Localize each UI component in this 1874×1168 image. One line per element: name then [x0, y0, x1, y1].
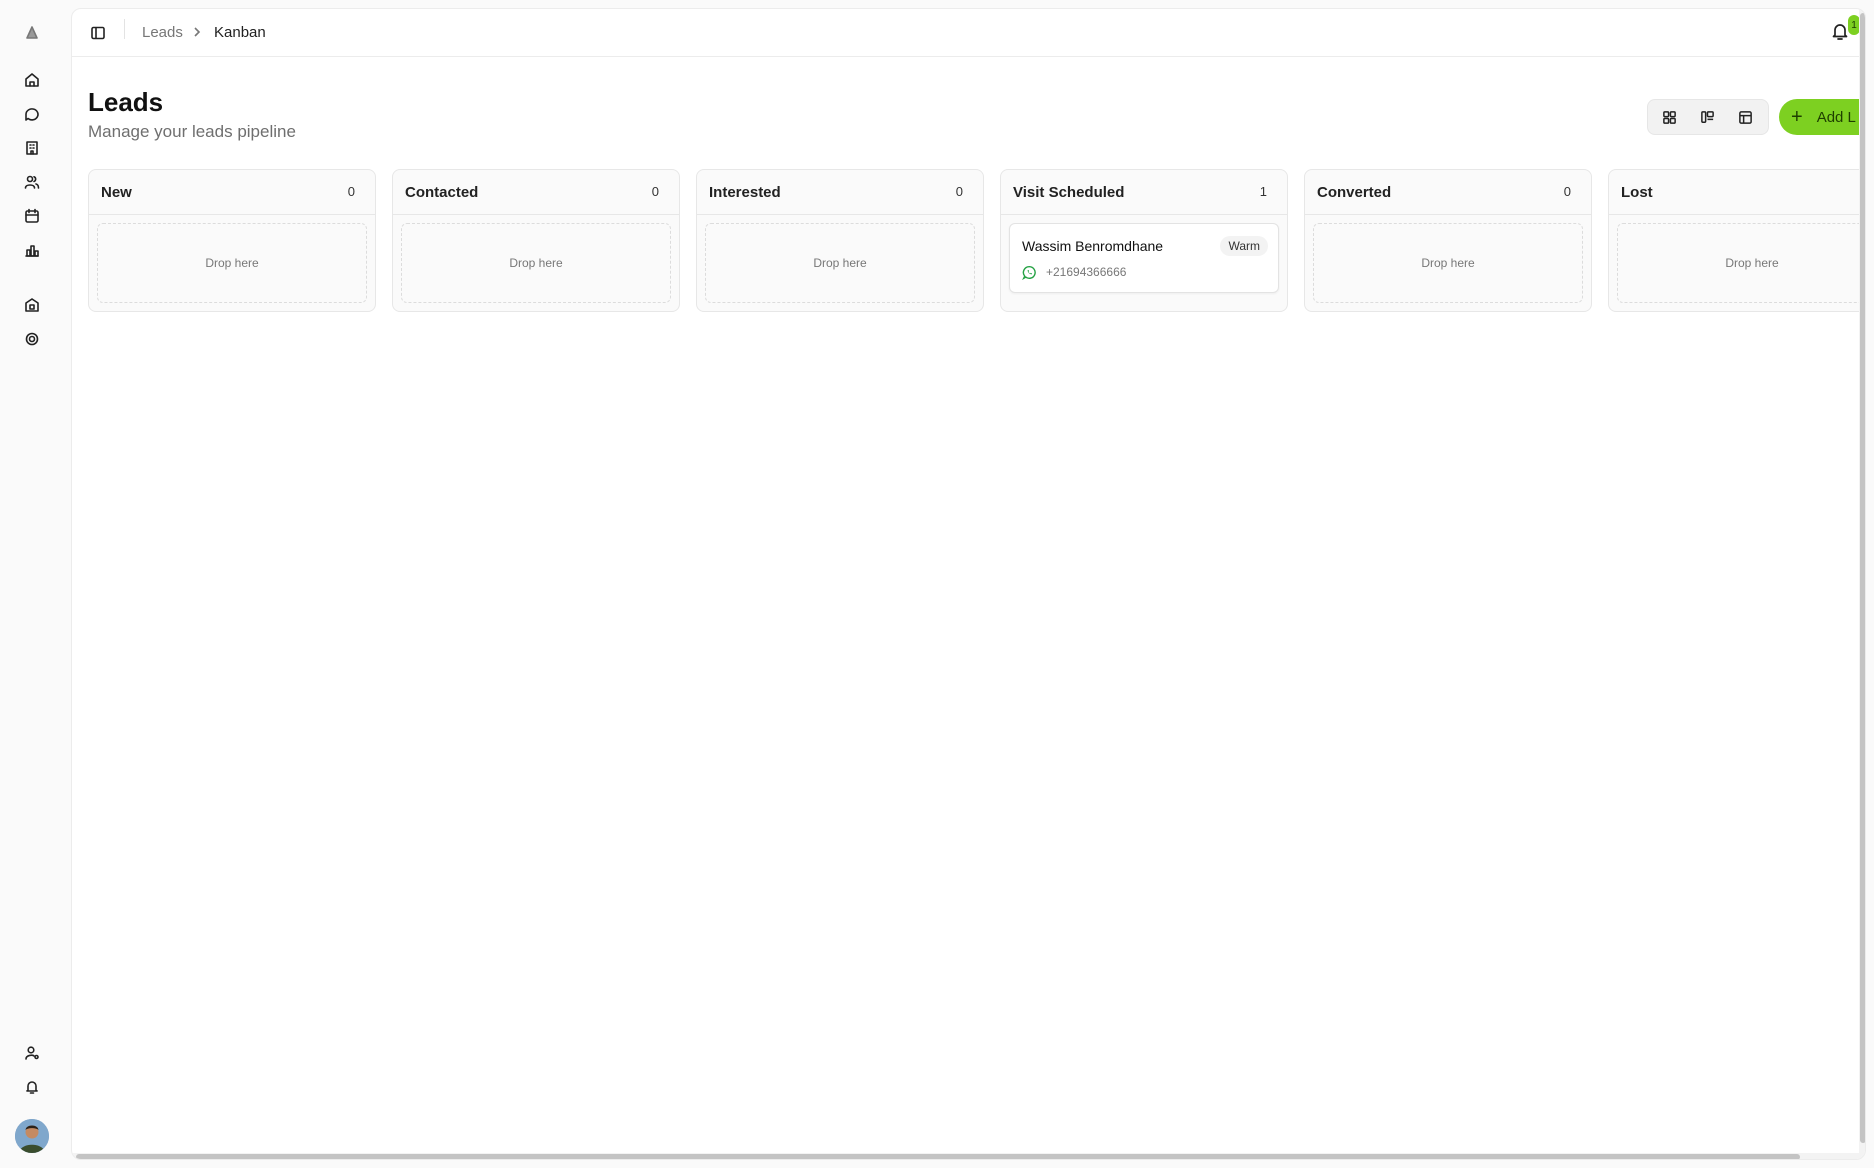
drop-zone[interactable]: Drop here — [1313, 223, 1583, 303]
drop-zone[interactable]: Drop here — [401, 223, 671, 303]
kanban-column-contacted: Contacted 0 Drop here — [392, 169, 680, 312]
user-settings-icon[interactable] — [18, 1039, 46, 1067]
breadcrumb-leads[interactable]: Leads — [142, 23, 183, 43]
chat-icon[interactable] — [18, 100, 46, 128]
column-header: New 0 — [89, 170, 375, 215]
drop-zone[interactable]: Drop here — [1617, 223, 1865, 303]
kanban-column-converted: Converted 0 Drop here — [1304, 169, 1592, 312]
scrollbar-thumb[interactable] — [76, 1154, 1800, 1159]
whatsapp-icon — [1022, 265, 1037, 281]
properties-icon[interactable] — [18, 291, 46, 319]
sidebar — [0, 0, 64, 1168]
column-count: 1 — [1259, 184, 1267, 199]
lead-name: Wassim Benromdhane — [1022, 238, 1164, 254]
column-header: Visit Scheduled 1 — [1001, 170, 1287, 215]
column-header: Converted 0 — [1305, 170, 1591, 215]
analytics-icon[interactable] — [18, 236, 46, 264]
main-panel: Leads Kanban 1 Leads Manage your leads p… — [71, 8, 1866, 1160]
bell-icon[interactable] — [18, 1073, 46, 1101]
plus-icon: + — [1791, 106, 1803, 128]
settings-icon[interactable] — [18, 325, 46, 353]
chevron-right-icon — [190, 25, 204, 39]
logo-icon[interactable] — [18, 18, 46, 46]
lead-phone[interactable]: +21694366666 — [1046, 265, 1126, 279]
table-view-icon — [1738, 110, 1752, 124]
breadcrumb-kanban: Kanban — [214, 24, 266, 41]
kanban-column-interested: Interested 0 Drop here — [696, 169, 984, 312]
column-title: Converted — [1317, 184, 1392, 201]
sidebar-toggle-icon — [91, 26, 105, 40]
column-header: Interested 0 — [697, 170, 983, 215]
home-icon[interactable] — [18, 66, 46, 94]
drop-zone[interactable]: Drop here — [705, 223, 975, 303]
top-bar: Leads Kanban 1 — [72, 9, 1865, 57]
page-title: Leads — [88, 87, 164, 117]
lead-card[interactable]: Wassim Benromdhane Warm +21694366666 — [1009, 223, 1279, 293]
grid-view-icon — [1662, 110, 1676, 124]
calendar-icon[interactable] — [18, 202, 46, 230]
page-subtitle: Manage your leads pipeline — [88, 122, 296, 141]
kanban-view-icon — [1700, 110, 1714, 123]
column-header: Lost — [1609, 170, 1865, 215]
column-header: Contacted 0 — [393, 170, 679, 215]
column-count: 0 — [347, 184, 355, 199]
grid-view-button[interactable] — [1656, 105, 1682, 129]
topbar-divider — [124, 19, 125, 39]
users-icon[interactable] — [18, 168, 46, 196]
sidebar-toggle-button[interactable] — [88, 23, 108, 43]
add-lead-label: Add L — [1816, 108, 1856, 126]
column-title: Interested — [709, 184, 781, 201]
drop-zone[interactable]: Drop here — [97, 223, 367, 303]
add-lead-button[interactable]: + Add L — [1779, 99, 1865, 135]
scrollbar-thumb[interactable] — [1860, 13, 1865, 1143]
kanban-column-lost: Lost Drop here — [1608, 169, 1865, 312]
view-switcher — [1647, 99, 1769, 135]
column-title: Visit Scheduled — [1013, 184, 1125, 201]
column-count: 0 — [651, 184, 659, 199]
column-count: 0 — [1563, 184, 1571, 199]
column-count: 0 — [955, 184, 963, 199]
kanban-view-button[interactable] — [1694, 105, 1720, 129]
kanban-column-visit-scheduled: Visit Scheduled 1 Wassim Benromdhane War… — [1000, 169, 1288, 312]
table-view-button[interactable] — [1732, 105, 1758, 129]
column-title: Lost — [1621, 184, 1653, 201]
horizontal-scrollbar[interactable] — [72, 1153, 1859, 1159]
column-title: Contacted — [405, 184, 479, 201]
vertical-scrollbar[interactable] — [1859, 9, 1865, 1159]
lead-temperature-badge: Warm — [1220, 236, 1268, 256]
building-icon[interactable] — [18, 134, 46, 162]
column-title: New — [101, 184, 132, 201]
kanban-column-new: New 0 Drop here — [88, 169, 376, 312]
avatar[interactable] — [15, 1119, 49, 1153]
